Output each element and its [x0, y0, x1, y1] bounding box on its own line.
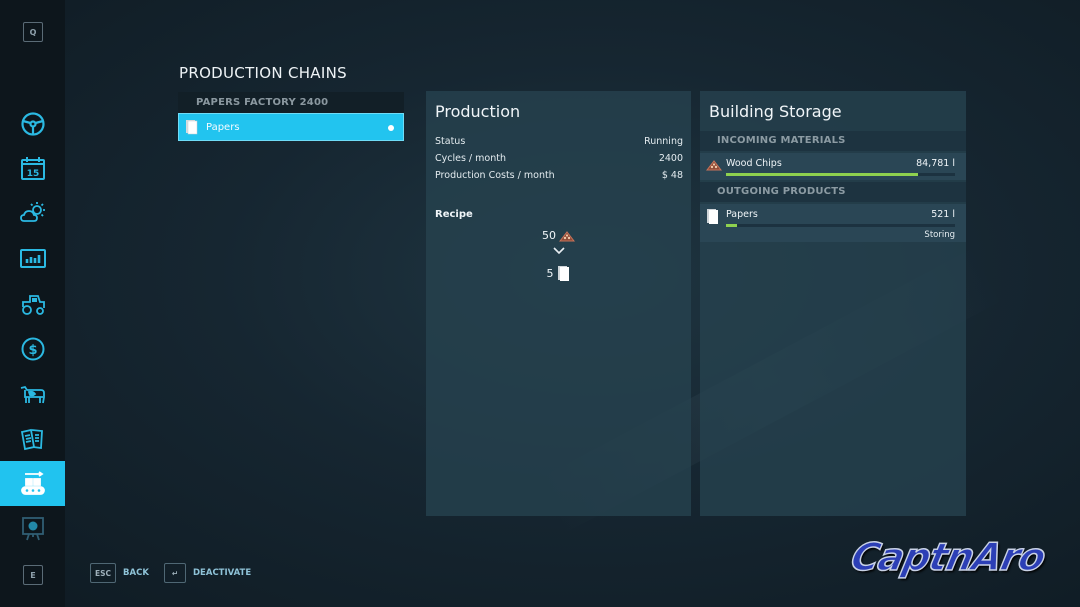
recipe-arrow — [426, 247, 691, 255]
costs-label: Production Costs / month — [435, 170, 555, 181]
storage-title: Building Storage — [709, 102, 842, 121]
chain-item-papers[interactable]: Papers — [178, 113, 404, 141]
storage-row-papers: Papers 521 l Storing — [700, 204, 966, 242]
prev-page-key[interactable]: Q — [23, 22, 43, 42]
chevron-down-icon — [552, 247, 565, 255]
sidebar-item-contracts[interactable] — [0, 416, 65, 461]
statistics-icon — [19, 248, 46, 268]
status-row: Status Running — [435, 136, 683, 147]
sidebar-item-tour[interactable] — [0, 506, 65, 551]
building-storage-panel: Building Storage INCOMING MATERIALS Wood… — [700, 91, 966, 516]
sidebar-item-vehicles[interactable] — [0, 101, 65, 146]
material-name: Wood Chips — [726, 158, 782, 169]
production-chain-list: PAPERS FACTORY 2400 Papers — [178, 92, 404, 141]
svg-text:$: $ — [28, 343, 37, 358]
sidebar-item-calendar[interactable]: 15 — [0, 146, 65, 191]
tractor-icon — [21, 294, 45, 315]
material-amount: 84,781 l — [916, 158, 955, 169]
recipe-label: Recipe — [435, 209, 473, 220]
factory-header: PAPERS FACTORY 2400 — [178, 92, 404, 113]
back-button[interactable]: ESC BACK — [90, 563, 149, 583]
storage-row-wood-chips: Wood Chips 84,781 l — [700, 153, 966, 180]
watermark-logo: CaptnAro — [847, 534, 1050, 580]
production-title: Production — [435, 102, 521, 121]
svg-text:15: 15 — [26, 169, 39, 179]
wood-chips-icon — [706, 160, 722, 171]
enter-key: ↵ — [164, 563, 186, 583]
deactivate-label: DEACTIVATE — [193, 568, 252, 578]
next-page-key[interactable]: E — [23, 565, 43, 585]
contracts-icon — [20, 428, 43, 450]
active-indicator-dot — [388, 125, 394, 131]
fill-level-bar — [726, 173, 955, 176]
recipe-output: 5 — [426, 265, 691, 282]
cow-icon — [20, 385, 45, 403]
calendar-icon: 15 — [20, 156, 45, 180]
cycles-value: 2400 — [658, 153, 683, 164]
fill-level-bar-fill — [726, 173, 919, 176]
incoming-materials-header: INCOMING MATERIALS — [700, 131, 966, 151]
back-label: BACK — [123, 568, 149, 578]
product-name: Papers — [726, 209, 758, 220]
cycles-label: Cycles / month — [435, 153, 506, 164]
sidebar-item-finances[interactable]: $ — [0, 326, 65, 371]
product-state: Storing — [924, 230, 955, 240]
production-panel: Production Status Running Cycles / month… — [426, 91, 691, 516]
status-label: Status — [435, 136, 466, 147]
sidebar: Q 15 $ E — [0, 0, 65, 607]
papers-icon — [707, 209, 718, 224]
recipe-input-amount: 50 — [542, 229, 556, 242]
recipe-input: 50 — [426, 229, 691, 242]
sidebar-item-statistics[interactable] — [0, 236, 65, 281]
page-title: PRODUCTION CHAINS — [179, 64, 347, 82]
sidebar-item-vehicle-shop[interactable] — [0, 281, 65, 326]
wood-chips-icon — [559, 230, 575, 241]
status-value: Running — [644, 136, 683, 147]
cycles-row: Cycles / month 2400 — [435, 153, 683, 164]
chain-item-label: Papers — [206, 121, 240, 133]
esc-key: ESC — [90, 563, 117, 583]
production-chain-icon — [20, 470, 45, 495]
outgoing-products-header: OUTGOING PRODUCTS — [700, 182, 966, 202]
deactivate-button[interactable]: ↵ DEACTIVATE — [164, 563, 251, 583]
product-amount: 521 l — [931, 209, 955, 220]
weather-icon — [19, 201, 45, 222]
sidebar-item-production[interactable] — [0, 461, 65, 506]
sidebar-item-weather[interactable] — [0, 190, 65, 235]
dollar-icon: $ — [21, 337, 44, 360]
fill-level-bar-fill — [726, 224, 738, 227]
fill-level-bar — [726, 224, 955, 227]
papers-icon — [186, 120, 198, 135]
tour-presentation-icon — [21, 516, 44, 540]
costs-value: $ 48 — [661, 170, 683, 181]
sidebar-item-animals[interactable] — [0, 371, 65, 416]
costs-row: Production Costs / month $ 48 — [435, 170, 683, 181]
recipe-output-amount: 5 — [546, 267, 554, 280]
papers-icon — [557, 266, 569, 281]
steering-wheel-icon — [20, 111, 45, 136]
